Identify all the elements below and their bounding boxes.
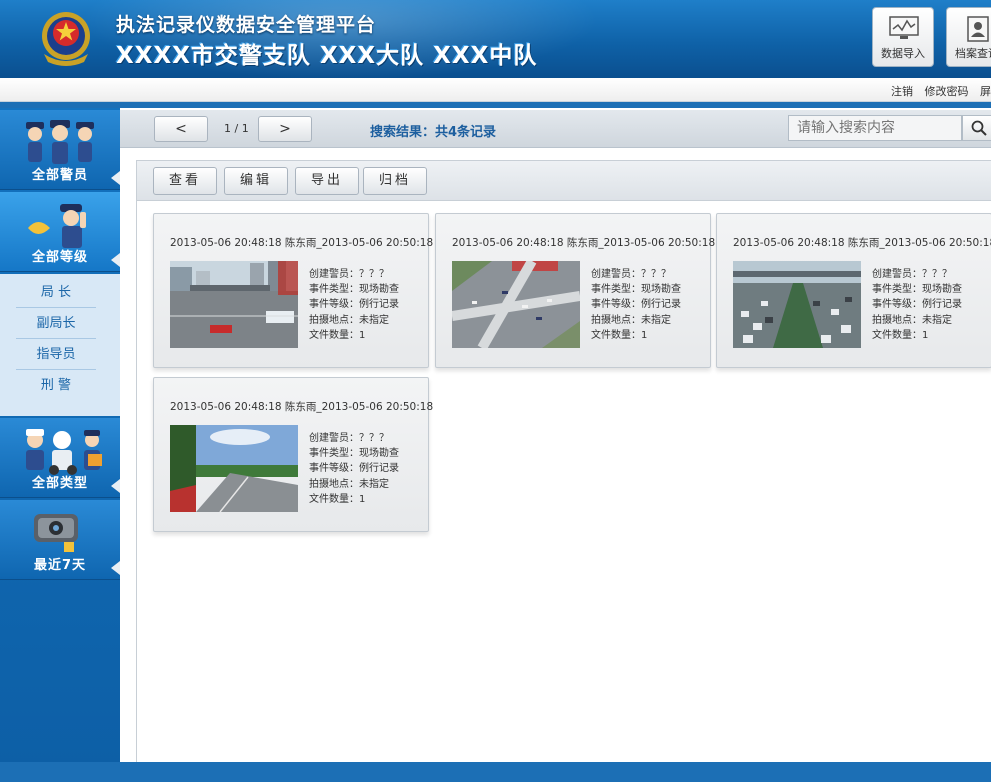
record-level: 事件等级：例行记录 [872,299,962,311]
record-type: 事件类型：现场勘查 [309,448,399,460]
app-header: 执法记录仪数据安全管理平台 XXXX市交警支队 XXX大队 XXX中队 数据导入… [0,0,991,78]
record-type: 事件类型：现场勘查 [872,284,962,296]
sidebar-item-all-levels[interactable]: 全部等级 [0,192,120,272]
record-info: 创建警员：？？？ 事件类型：现场勘查 事件等级：例行记录 拍摄地点：未指定 文件… [872,267,962,343]
data-import-label: 数据导入 [881,47,925,60]
search-result-count: 搜索结果：共4条记录 [370,125,497,140]
record-title: 2013-05-06 20:48:18 陈东雨_2013-05-06 20:50… [170,401,434,413]
record-title: 2013-05-06 20:48:18 陈东雨_2013-05-06 20:50… [170,237,434,249]
record-level: 事件等级：例行记录 [309,463,399,475]
record-creator: 创建警员：？？？ [591,269,671,280]
record-location: 拍摄地点：未指定 [591,314,671,326]
search-toolbar: < 1 / 1 > 搜索结果：共4条记录 [120,110,991,148]
record-card[interactable]: 2013-05-06 20:48:18 陈东雨_2013-05-06 20:50… [153,213,433,368]
police-salute-icon [28,204,86,248]
file-user-icon [967,16,989,42]
police-officers-icon [26,120,94,164]
header-divider [0,102,991,108]
record-thumbnail[interactable] [452,261,580,348]
next-page-button[interactable]: > [258,116,312,142]
record-level: 事件等级：例行记录 [309,299,399,311]
record-info: 创建警员：？？？ 事件类型：现场勘查 事件等级：例行记录 拍摄地点：未指定 文件… [591,267,681,343]
top-bar: 注销 修改密码 屏 [0,78,991,102]
archive-button[interactable]: 归档 [363,167,427,195]
unit-subtitle: XXXX市交警支队 XXX大队 XXX中队 [116,43,538,69]
tree-lined-road-photo [170,425,298,512]
archive-query-button[interactable]: 档案查询 [946,7,991,67]
record-card[interactable]: 2013-05-06 20:48:18 陈东雨_2013-05-06 20:50… [153,377,433,532]
record-thumbnail[interactable] [733,261,861,348]
record-type: 事件类型：现场勘查 [591,284,681,296]
record-thumbnail[interactable] [170,425,298,512]
record-thumbnail[interactable] [170,261,298,348]
sidebar-notch [111,171,120,185]
top-links: 注销 修改密码 屏 [883,83,991,99]
screen-link[interactable]: 屏 [980,85,991,98]
search-button[interactable] [962,115,991,141]
sidebar: 全部警员 全部等级 局 长 副局长 指导员 刑 警 全部类型 最近7天 [0,108,120,768]
change-password-link[interactable]: 修改密码 [925,85,969,98]
edit-button[interactable]: 编辑 [224,167,288,195]
sidebar-label: 全部类型 [31,476,88,491]
record-title: 2013-05-06 20:48:18 陈东雨_2013-05-06 20:50… [452,237,716,249]
record-level: 事件等级：例行记录 [591,299,681,311]
record-info: 创建警员：？？？ 事件类型：现场勘查 事件等级：例行记录 拍摄地点：未指定 文件… [309,267,399,343]
record-type: 事件类型：现场勘查 [309,284,399,296]
record-creator: 创建警员：？？？ [309,433,389,444]
traffic-jam-photo [733,261,861,348]
prev-page-button[interactable]: < [154,116,208,142]
footer-bar [0,762,991,782]
traffic-police-icon [26,429,102,475]
archive-query-label: 档案查询 [955,47,991,60]
rank-item[interactable]: 副局长 [16,309,96,339]
sidebar-label: 全部等级 [31,250,88,265]
search-icon [971,120,987,136]
rank-item[interactable]: 指导员 [16,340,96,370]
rank-item[interactable]: 局 长 [16,278,96,308]
police-emblem-icon [42,12,90,66]
record-location: 拍摄地点：未指定 [309,314,389,326]
record-location: 拍摄地点：未指定 [309,478,389,490]
data-import-button[interactable]: 数据导入 [872,7,934,67]
sidebar-notch [111,561,120,575]
export-button[interactable]: 导出 [295,167,359,195]
action-toolbar: 查看 编辑 导出 归档 [137,161,991,201]
view-button[interactable]: 查看 [153,167,217,195]
record-files: 文件数量：1 [309,329,366,341]
sidebar-label: 最近7天 [33,558,87,573]
sidebar-item-last-7-days[interactable]: 最近7天 [0,500,120,580]
platform-title: 执法记录仪数据安全管理平台 [116,14,377,36]
records-panel: 查看 编辑 导出 归档 2013-05-06 20:48:18 陈东雨_2013… [136,160,991,762]
monitor-chart-icon [889,16,919,39]
record-location: 拍摄地点：未指定 [872,314,952,326]
sidebar-notch [111,479,120,493]
sidebar-item-all-types[interactable]: 全部类型 [0,418,120,498]
sidebar-notch [111,253,120,267]
record-creator: 创建警员：？？？ [872,269,952,280]
record-files: 文件数量：1 [591,329,648,341]
city-intersection-photo [170,261,298,348]
page-indicator: 1 / 1 [224,122,249,135]
record-creator: 创建警员：？？？ [309,269,389,280]
camera-recorder-icon [34,514,78,552]
logout-link[interactable]: 注销 [891,85,913,98]
record-card[interactable]: 2013-05-06 20:48:18 陈东雨_2013-05-06 20:50… [716,213,991,368]
rank-list-panel: 局 长 副局长 指导员 刑 警 [0,274,120,416]
record-info: 创建警员：？？？ 事件类型：现场勘查 事件等级：例行记录 拍摄地点：未指定 文件… [309,431,399,507]
record-card[interactable]: 2013-05-06 20:48:18 陈东雨_2013-05-06 20:50… [435,213,715,368]
search-input[interactable] [788,115,962,141]
aerial-crossroad-photo [452,261,580,348]
record-title: 2013-05-06 20:48:18 陈东雨_2013-05-06 20:50… [733,237,991,249]
record-files: 文件数量：1 [872,329,929,341]
rank-item[interactable]: 刑 警 [16,371,96,401]
sidebar-item-all-officers[interactable]: 全部警员 [0,110,120,190]
record-files: 文件数量：1 [309,493,366,505]
sidebar-label: 全部警员 [31,168,88,183]
